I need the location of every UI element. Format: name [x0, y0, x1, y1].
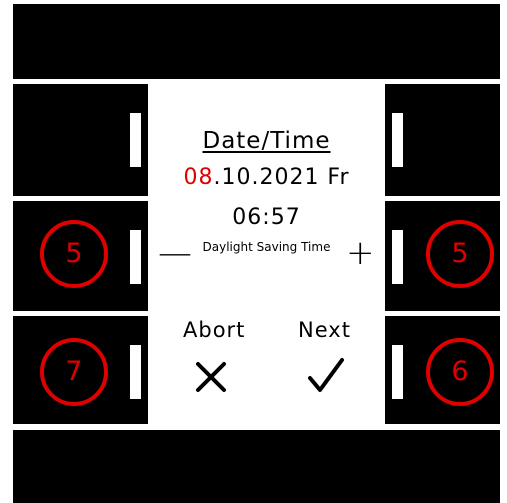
date-remainder: .10.2021 Fr: [213, 165, 350, 190]
close-icon[interactable]: [194, 360, 228, 394]
abort-label: Abort: [183, 318, 246, 342]
right-rocker-1[interactable]: [392, 113, 403, 167]
marker-left-middle: 5: [40, 220, 108, 288]
top-panel: [13, 4, 500, 79]
left-rocker-2[interactable]: [130, 230, 141, 284]
increment-button[interactable]: +: [346, 233, 375, 273]
left-rocker-3[interactable]: [130, 345, 141, 399]
right-rocker-3[interactable]: [392, 345, 403, 399]
left-rocker-1[interactable]: [130, 113, 141, 167]
right-rocker-2[interactable]: [392, 230, 403, 284]
date-day-highlight: 08: [183, 165, 214, 190]
marker-right-bottom: 6: [426, 338, 494, 406]
date-value[interactable]: 08.10.2021 Fr: [148, 165, 385, 190]
marker-right-middle: 5: [426, 220, 494, 288]
left-panel-row-1: [13, 84, 148, 196]
checkmark-icon[interactable]: [306, 356, 346, 396]
marker-left-bottom: 7: [40, 338, 108, 406]
display-screen: Date/Time 08.10.2021 Fr 06:57 — Daylight…: [148, 80, 385, 430]
device-display: { "screen": { "title": "Date/Time", "dat…: [0, 0, 507, 503]
page-title: Date/Time: [202, 128, 331, 154]
next-label: Next: [298, 318, 351, 342]
bottom-panel: [13, 430, 500, 503]
time-value[interactable]: 06:57: [148, 205, 385, 230]
